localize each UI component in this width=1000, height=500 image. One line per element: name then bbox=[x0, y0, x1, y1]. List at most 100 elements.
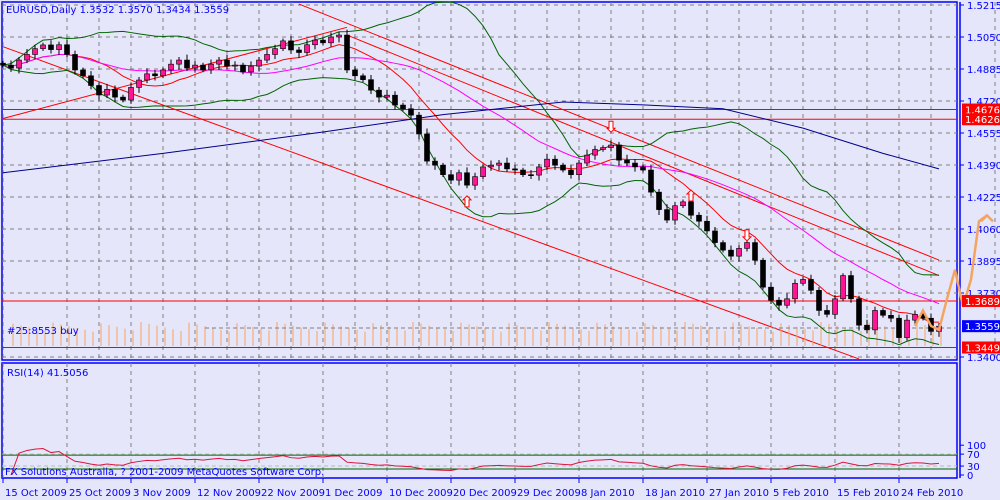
candle-bearish bbox=[8, 64, 14, 69]
candle-bearish bbox=[448, 174, 454, 181]
price-label: 1.3559 bbox=[965, 322, 1000, 333]
rsi-label: RSI(14) 41.5056 bbox=[7, 368, 88, 379]
date-tick-label: 5 Feb 2010 bbox=[773, 488, 829, 499]
candle-bullish bbox=[904, 319, 910, 338]
price-label: 1.4626 bbox=[965, 115, 1000, 126]
candle-bullish bbox=[312, 39, 318, 46]
candles bbox=[0, 29, 942, 344]
candle-bullish bbox=[16, 59, 22, 69]
candle-bearish bbox=[112, 89, 118, 98]
candle-bullish bbox=[272, 48, 278, 55]
candle-bearish bbox=[96, 85, 102, 96]
candle-bearish bbox=[648, 169, 654, 193]
price-tick-label: 1.4060 bbox=[967, 225, 1000, 236]
candle-bullish bbox=[24, 54, 30, 61]
chart-title: EURUSD,Daily 1.3532 1.3570 1.3434 1.3559 bbox=[6, 5, 229, 16]
trade-marks bbox=[12, 322, 942, 346]
candle-bearish bbox=[568, 169, 574, 175]
trendline bbox=[298, 3, 940, 261]
date-tick-label: 15 Oct 2009 bbox=[5, 488, 67, 499]
candle-bullish bbox=[784, 298, 790, 306]
candle-bullish bbox=[192, 64, 198, 69]
candle-bullish bbox=[456, 172, 462, 181]
candle-bullish bbox=[40, 44, 46, 49]
trendline bbox=[346, 34, 940, 277]
candle-bearish bbox=[440, 164, 446, 175]
candle-bearish bbox=[408, 108, 414, 116]
candle-bullish bbox=[576, 162, 582, 175]
candle-bearish bbox=[856, 298, 862, 326]
candle-bullish bbox=[328, 36, 334, 44]
date-tick-label: 3 Nov 2009 bbox=[133, 488, 191, 499]
mid-ma-line bbox=[2, 53, 940, 305]
price-tick-label: 1.4225 bbox=[967, 193, 1000, 204]
candle-bullish bbox=[840, 275, 846, 300]
candle-bearish bbox=[560, 164, 566, 171]
candle-bullish bbox=[872, 310, 878, 331]
candle-bearish bbox=[120, 96, 126, 101]
candle-bearish bbox=[352, 69, 358, 77]
candle-bearish bbox=[184, 59, 190, 69]
chart-window: 15 Oct 2009 25 Oct 2009 3 Nov 2009 12 Nov 2… bbox=[0, 0, 1000, 500]
candle-bearish bbox=[752, 242, 758, 261]
candle-bearish bbox=[72, 54, 78, 71]
date-tick-label: 10 Dec 2009 bbox=[389, 488, 453, 499]
candle-bullish bbox=[680, 201, 686, 207]
candle-bearish bbox=[656, 191, 662, 210]
candle-bearish bbox=[152, 73, 158, 77]
candle-bearish bbox=[896, 317, 902, 338]
candle-bullish bbox=[792, 283, 798, 300]
forecast-arrow-icon bbox=[980, 213, 994, 223]
candle-bullish bbox=[256, 59, 262, 67]
candle-bullish bbox=[136, 79, 142, 88]
copyright-text: FX Solutions Australia, ? 2001-2009 Meta… bbox=[5, 467, 324, 478]
candle-bullish bbox=[232, 64, 238, 67]
rsi-tick-label: 70 bbox=[967, 450, 980, 461]
candle-bullish bbox=[608, 144, 614, 148]
candle-bearish bbox=[288, 40, 294, 51]
candle-bearish bbox=[432, 160, 438, 166]
candle-bearish bbox=[888, 315, 894, 319]
candle-bearish bbox=[320, 39, 326, 44]
candle-bearish bbox=[0, 62, 6, 66]
candle-bullish bbox=[544, 158, 550, 168]
date-tick-label: 24 Feb 2010 bbox=[901, 488, 963, 499]
candle-bearish bbox=[200, 64, 206, 71]
candle-bearish bbox=[696, 214, 702, 222]
candle-bearish bbox=[552, 158, 558, 166]
bollinger-lower bbox=[2, 64, 940, 346]
candle-bullish bbox=[536, 166, 542, 176]
candle-bearish bbox=[400, 104, 406, 110]
candle-bearish bbox=[376, 89, 382, 98]
main-panel-frame bbox=[1, 1, 958, 361]
candle-bullish bbox=[472, 176, 478, 186]
candle-bullish bbox=[384, 94, 390, 98]
candle-bullish bbox=[264, 54, 270, 61]
candle-bearish bbox=[296, 49, 302, 53]
candle-bearish bbox=[80, 69, 86, 77]
candle-bearish bbox=[816, 289, 822, 311]
date-tick-label: 20 Dec 2009 bbox=[453, 488, 517, 499]
candle-bullish bbox=[336, 34, 342, 38]
candle-bullish bbox=[672, 205, 678, 221]
candle-bullish bbox=[800, 279, 806, 284]
long-ma-line bbox=[2, 101, 940, 174]
candle-bullish bbox=[208, 63, 214, 71]
candle-bearish bbox=[464, 172, 470, 186]
price-tick-label: 1.4390 bbox=[967, 161, 1000, 172]
candle-bearish bbox=[416, 114, 422, 135]
candle-bullish bbox=[168, 63, 174, 71]
date-tick-label: 12 Nov 2009 bbox=[197, 488, 261, 499]
candle-bullish bbox=[912, 314, 918, 321]
price-tick-label: 1.4555 bbox=[967, 129, 1000, 140]
candle-bearish bbox=[728, 249, 734, 257]
date-tick-label: 22 Nov 2009 bbox=[261, 488, 325, 499]
candle-bearish bbox=[424, 133, 430, 162]
price-chart[interactable]: 15 Oct 2009 25 Oct 2009 3 Nov 2009 12 Nov 2… bbox=[0, 0, 1000, 500]
candle-bearish bbox=[776, 299, 782, 306]
candle-bearish bbox=[848, 275, 854, 300]
arrow-down-icon bbox=[741, 229, 753, 242]
fast-ma-line bbox=[2, 44, 940, 323]
candle-bearish bbox=[616, 144, 622, 161]
candle-bullish bbox=[160, 69, 166, 77]
